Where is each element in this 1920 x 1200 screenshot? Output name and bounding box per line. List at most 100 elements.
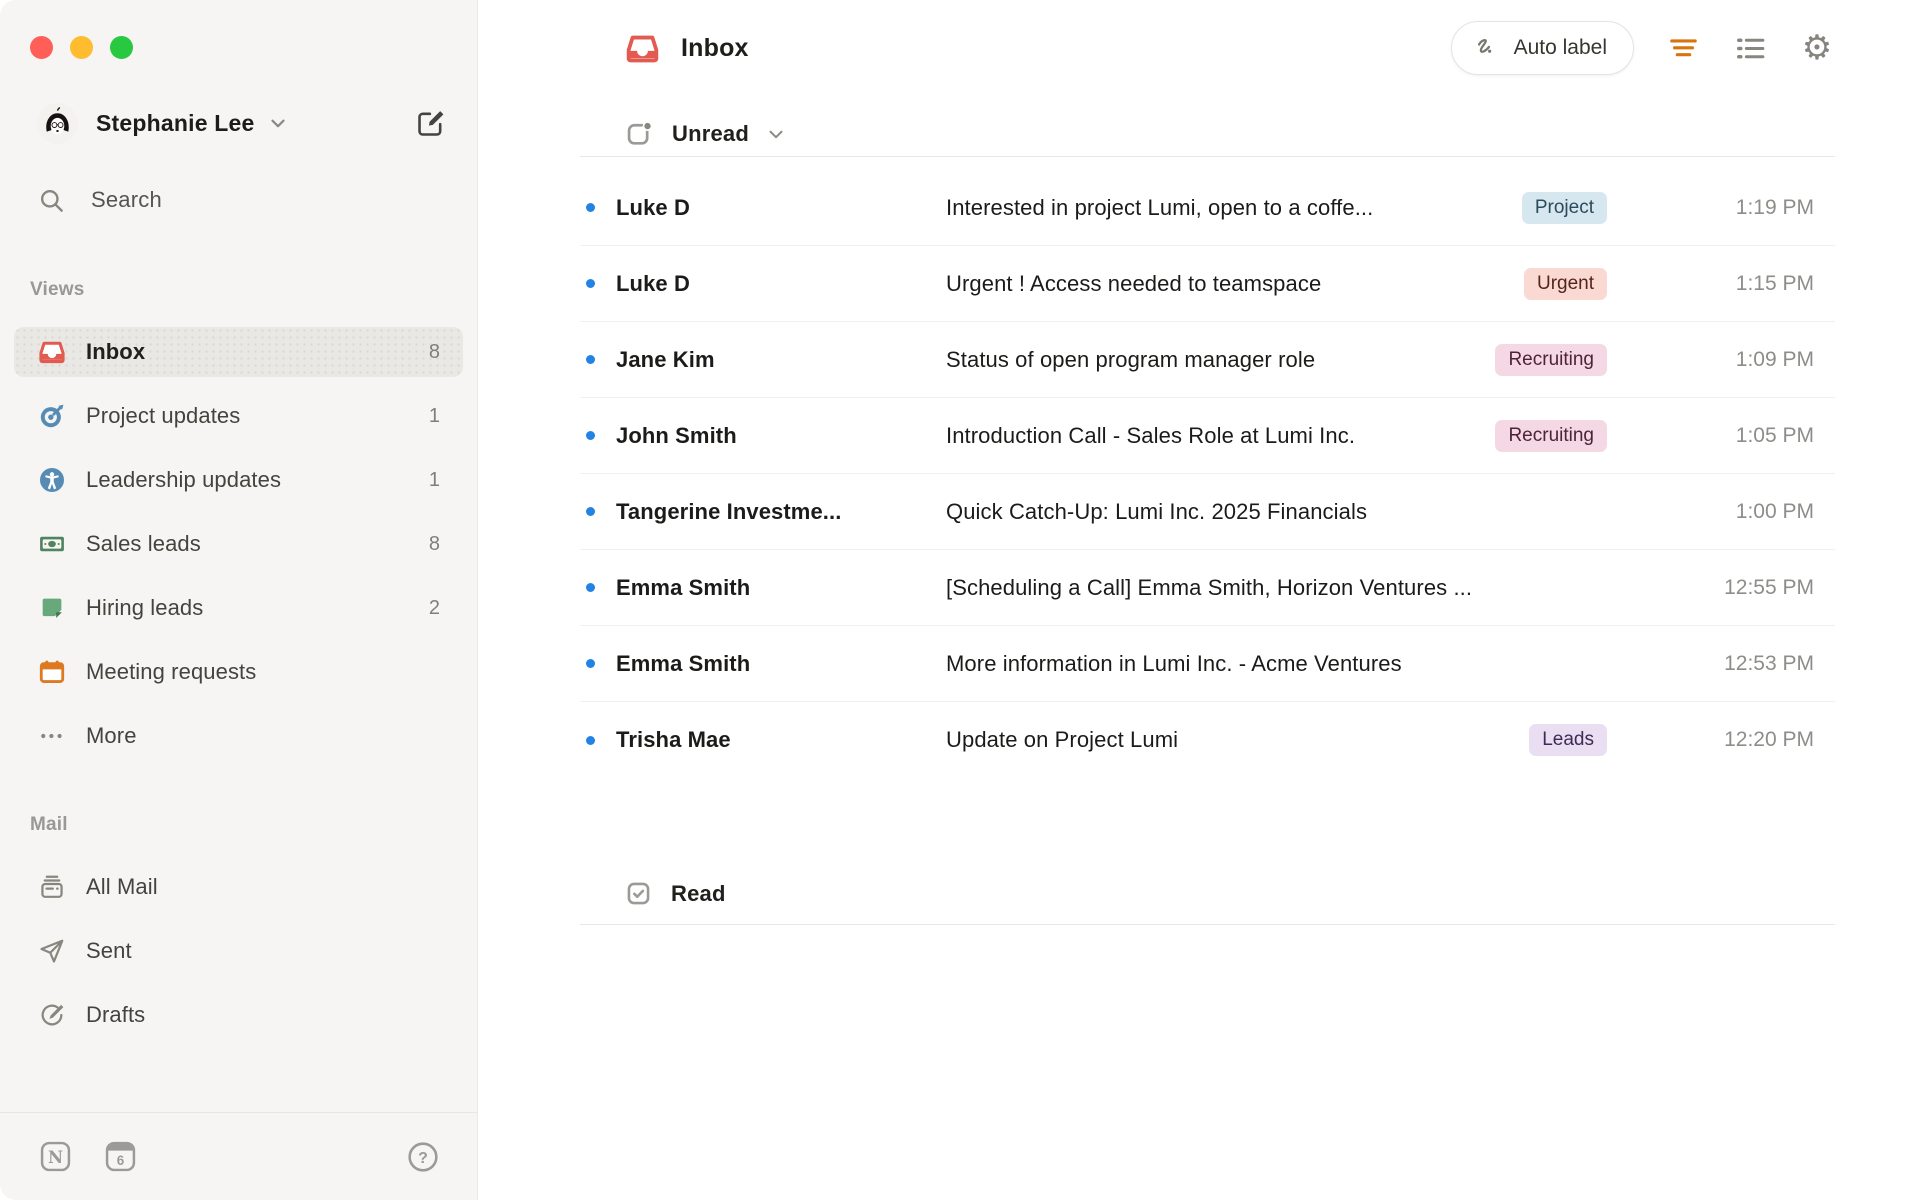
email-tag-badge: Project	[1521, 191, 1607, 224]
svg-text:N: N	[48, 1147, 63, 1167]
note-icon	[38, 594, 66, 622]
email-row[interactable]: Jane Kim Status of open program manager …	[580, 322, 1835, 398]
sidebar-item-more[interactable]: More	[14, 711, 463, 761]
search[interactable]: Search	[38, 185, 477, 215]
email-row[interactable]: John Smith Introduction Call - Sales Rol…	[580, 398, 1835, 474]
email-time: 12:55 PM	[1724, 575, 1814, 599]
account-switcher[interactable]: Stephanie Lee	[37, 102, 446, 144]
email-time: 1:05 PM	[1735, 423, 1814, 447]
email-row[interactable]: Luke D Interested in project Lumi, open …	[580, 170, 1835, 246]
email-row[interactable]: Emma Smith More information in Lumi Inc.…	[580, 626, 1835, 702]
sidebar-footer: N 6 ?	[0, 1112, 477, 1200]
sidebar-item-label: Drafts	[86, 1002, 146, 1027]
sidebar-item-hiring-leads[interactable]: Hiring leads 2	[14, 583, 463, 633]
inbox-icon	[625, 31, 660, 66]
email-subject: Quick Catch-Up: Lumi Inc. 2025 Financial…	[946, 498, 1368, 524]
email-subject: [Scheduling a Call] Emma Smith, Horizon …	[946, 574, 1473, 600]
avatar	[37, 102, 78, 144]
minimize-button[interactable]	[70, 36, 93, 59]
email-sender: John Smith	[616, 422, 737, 448]
email-subject: Status of open program manager role	[946, 346, 1316, 372]
unread-label: Unread	[672, 120, 749, 146]
read-checkbox-icon	[625, 880, 652, 907]
unread-icon	[625, 120, 653, 148]
email-subject: Update on Project Lumi	[946, 727, 1179, 752]
allmail-icon	[38, 873, 66, 901]
email-sender: Trisha Mae	[616, 727, 731, 752]
sidebar-item-label: All Mail	[86, 874, 158, 899]
sidebar-item-sales-leads[interactable]: Sales leads 8	[14, 519, 463, 569]
calendar-icon	[38, 658, 66, 686]
views-nav: Inbox 8 Project updates 1 Leadership upd…	[0, 327, 477, 761]
send-icon	[38, 937, 66, 965]
list-view-icon[interactable]	[1732, 30, 1768, 66]
email-time: 1:00 PM	[1735, 499, 1814, 523]
email-subject: Introduction Call - Sales Role at Lumi I…	[946, 422, 1356, 448]
unread-dot	[586, 583, 595, 592]
email-subject: Urgent ! Access needed to teamspace	[946, 270, 1322, 296]
read-section-header[interactable]: Read	[580, 863, 1835, 925]
unread-dot	[586, 507, 595, 516]
zoom-button[interactable]	[110, 36, 133, 59]
calendar-app-icon[interactable]: 6	[105, 1141, 136, 1172]
sidebar-item-meeting-requests[interactable]: Meeting requests	[14, 647, 463, 697]
email-row[interactable]: Luke D Urgent ! Access needed to teamspa…	[580, 246, 1835, 322]
unread-dot	[586, 735, 595, 745]
mail-section-label: Mail	[30, 814, 68, 835]
email-row[interactable]: Emma Smith [Scheduling a Call] Emma Smit…	[580, 550, 1835, 626]
auto-label-button[interactable]: Auto label	[1450, 21, 1634, 75]
close-button[interactable]	[30, 36, 53, 59]
email-tag-badge: Recruiting	[1495, 343, 1607, 376]
sidebar-item-label: Meeting requests	[86, 659, 257, 684]
sidebar-item-label: Hiring leads	[86, 595, 204, 620]
main-area: Inbox Auto label ⚙ Unread Luke D Interes…	[479, 0, 1920, 1200]
sidebar-item-drafts[interactable]: Drafts	[14, 990, 463, 1040]
sidebar: Stephanie Lee Search Views Inbox 8 Proje…	[0, 0, 478, 1200]
chevron-down-icon	[765, 123, 787, 145]
unread-dot	[586, 355, 595, 364]
views-section-label: Views	[30, 279, 85, 300]
settings-gear-icon[interactable]: ⚙	[1799, 30, 1835, 66]
unread-dot	[586, 203, 595, 212]
email-sender: Luke D	[616, 270, 690, 296]
unread-section-header[interactable]: Unread	[580, 111, 1835, 157]
filter-icon[interactable]	[1665, 30, 1701, 66]
mail-nav: All Mail Sent Drafts	[0, 862, 477, 1040]
email-time: 1:19 PM	[1735, 195, 1814, 219]
sidebar-item-leadership-updates[interactable]: Leadership updates 1	[14, 455, 463, 505]
read-label: Read	[671, 880, 726, 906]
page-title: Inbox	[681, 33, 749, 62]
sidebar-item-sent[interactable]: Sent	[14, 926, 463, 976]
email-sender: Luke D	[616, 194, 690, 220]
email-row[interactable]: Tangerine Investme... Quick Catch-Up: Lu…	[580, 474, 1835, 550]
unread-dot	[586, 431, 595, 440]
email-time: 12:53 PM	[1724, 651, 1814, 675]
svg-text:6: 6	[117, 1153, 124, 1168]
search-icon	[38, 187, 65, 214]
email-tag-badge: Urgent	[1523, 267, 1607, 300]
banknote-icon	[38, 530, 66, 558]
ellipsis-icon	[38, 722, 66, 750]
email-row[interactable]: Trisha Mae Update on Project Lumi Leads …	[580, 702, 1835, 778]
email-sender: Tangerine Investme...	[616, 498, 842, 524]
email-sender: Emma Smith	[616, 574, 751, 600]
sidebar-item-inbox[interactable]: Inbox 8	[14, 327, 463, 377]
sidebar-item-count: 8	[428, 532, 440, 555]
chevron-down-icon[interactable]	[267, 112, 289, 134]
sidebar-item-all-mail[interactable]: All Mail	[14, 862, 463, 912]
email-time: 1:09 PM	[1735, 347, 1814, 371]
notion-logo-icon[interactable]: N	[40, 1141, 71, 1172]
sidebar-item-label: Inbox	[86, 339, 146, 364]
sidebar-item-count: 2	[428, 596, 440, 619]
unread-dot	[586, 659, 595, 668]
sidebar-item-count: 8	[428, 340, 440, 363]
sidebar-item-project-updates[interactable]: Project updates 1	[14, 391, 463, 441]
compose-icon[interactable]	[415, 108, 446, 139]
main-header: Inbox Auto label ⚙	[479, 0, 1920, 96]
email-list: Unread Luke D Interested in project Lumi…	[580, 111, 1835, 925]
sidebar-item-label: Leadership updates	[86, 467, 282, 492]
email-time: 1:15 PM	[1735, 271, 1814, 295]
help-icon[interactable]: ?	[407, 1141, 439, 1173]
user-name: Stephanie Lee	[96, 109, 255, 136]
sidebar-item-label: Sent	[86, 938, 132, 963]
